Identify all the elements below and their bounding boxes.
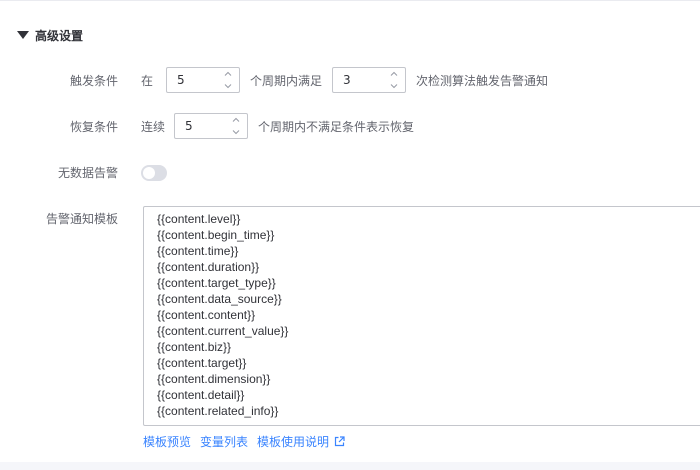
trigger-condition-row: 触发条件 在 5 个周期内满足 3 次检测算法触发告警通知 [0, 67, 548, 93]
trigger-count-value: 3 [343, 73, 351, 87]
recovery-period-stepper[interactable]: 5 [174, 113, 249, 139]
trigger-count-stepper[interactable]: 3 [332, 67, 407, 93]
no-data-alarm-label: 无数据告警 [57, 166, 118, 180]
template-line: {{content.detail}} [157, 388, 245, 402]
chevron-down-icon[interactable] [232, 128, 240, 136]
template-label-row: 告警通知模板 [0, 210, 118, 227]
trigger-suffix-text: 次检测算法触发告警通知 [416, 73, 549, 88]
template-line: {{content.data_source}} [157, 292, 282, 306]
template-line: {{content.duration}} [157, 260, 260, 274]
template-preview-link[interactable]: 模板预览 [143, 433, 191, 450]
template-help-label: 模板使用说明 [257, 435, 330, 449]
template-line: {{content.current_value}} [157, 324, 289, 338]
template-line: {{content.biz}} [157, 340, 232, 354]
chevron-up-icon[interactable] [390, 70, 398, 78]
advanced-settings-panel: 高级设置 触发条件 在 5 个周期内满足 3 次检测算法触发告警通知 恢复条件 … [0, 0, 700, 462]
template-label: 告警通知模板 [45, 212, 118, 226]
advanced-settings-toggle[interactable]: 高级设置 [17, 27, 83, 43]
recovery-condition-label: 恢复条件 [69, 119, 118, 134]
trigger-middle-text: 个周期内满足 [250, 73, 323, 88]
external-link-icon [334, 436, 345, 447]
template-line: {{content.target}} [157, 356, 247, 370]
chevron-up-icon[interactable] [224, 70, 232, 78]
no-data-alarm-toggle[interactable] [141, 164, 167, 181]
template-line: {{content.content}} [157, 308, 256, 322]
variable-list-link[interactable]: 变量列表 [200, 433, 248, 450]
recovery-condition-row: 恢复条件 连续 5 个周期内不满足条件表示恢复 [0, 113, 414, 139]
recovery-period-value: 5 [185, 119, 193, 133]
template-line: {{content.dimension}} [157, 372, 271, 386]
recovery-prefix-text: 连续 [141, 119, 166, 134]
recovery-suffix-text: 个周期内不满足条件表示恢复 [258, 119, 415, 134]
template-content: {{content.level}} {{content.begin_time}} {… [157, 211, 700, 419]
template-line: {{content.time}} [157, 244, 239, 258]
section-title: 高级设置 [35, 28, 84, 43]
template-line: {{content.related_info}} [157, 404, 279, 418]
template-links: 模板预览 变量列表 模板使用说明 [143, 433, 354, 450]
template-line: {{content.target_type}} [157, 276, 276, 290]
trigger-period-value: 5 [177, 73, 185, 87]
template-help-link[interactable]: 模板使用说明 [257, 433, 345, 450]
template-textarea[interactable]: {{content.level}} {{content.begin_time}} {… [143, 206, 700, 426]
trigger-period-stepper[interactable]: 5 [166, 67, 241, 93]
chevron-down-icon[interactable] [224, 82, 232, 90]
chevron-up-icon[interactable] [232, 116, 240, 124]
trigger-condition-label: 触发条件 [69, 73, 118, 88]
trigger-prefix-text: 在 [141, 73, 154, 88]
caret-down-icon [17, 31, 29, 39]
chevron-down-icon[interactable] [390, 82, 398, 90]
toggle-knob [143, 166, 155, 179]
no-data-alarm-row: 无数据告警 [0, 164, 167, 181]
template-line: {{content.begin_time}} [157, 228, 275, 242]
template-line: {{content.level}} [157, 212, 241, 226]
